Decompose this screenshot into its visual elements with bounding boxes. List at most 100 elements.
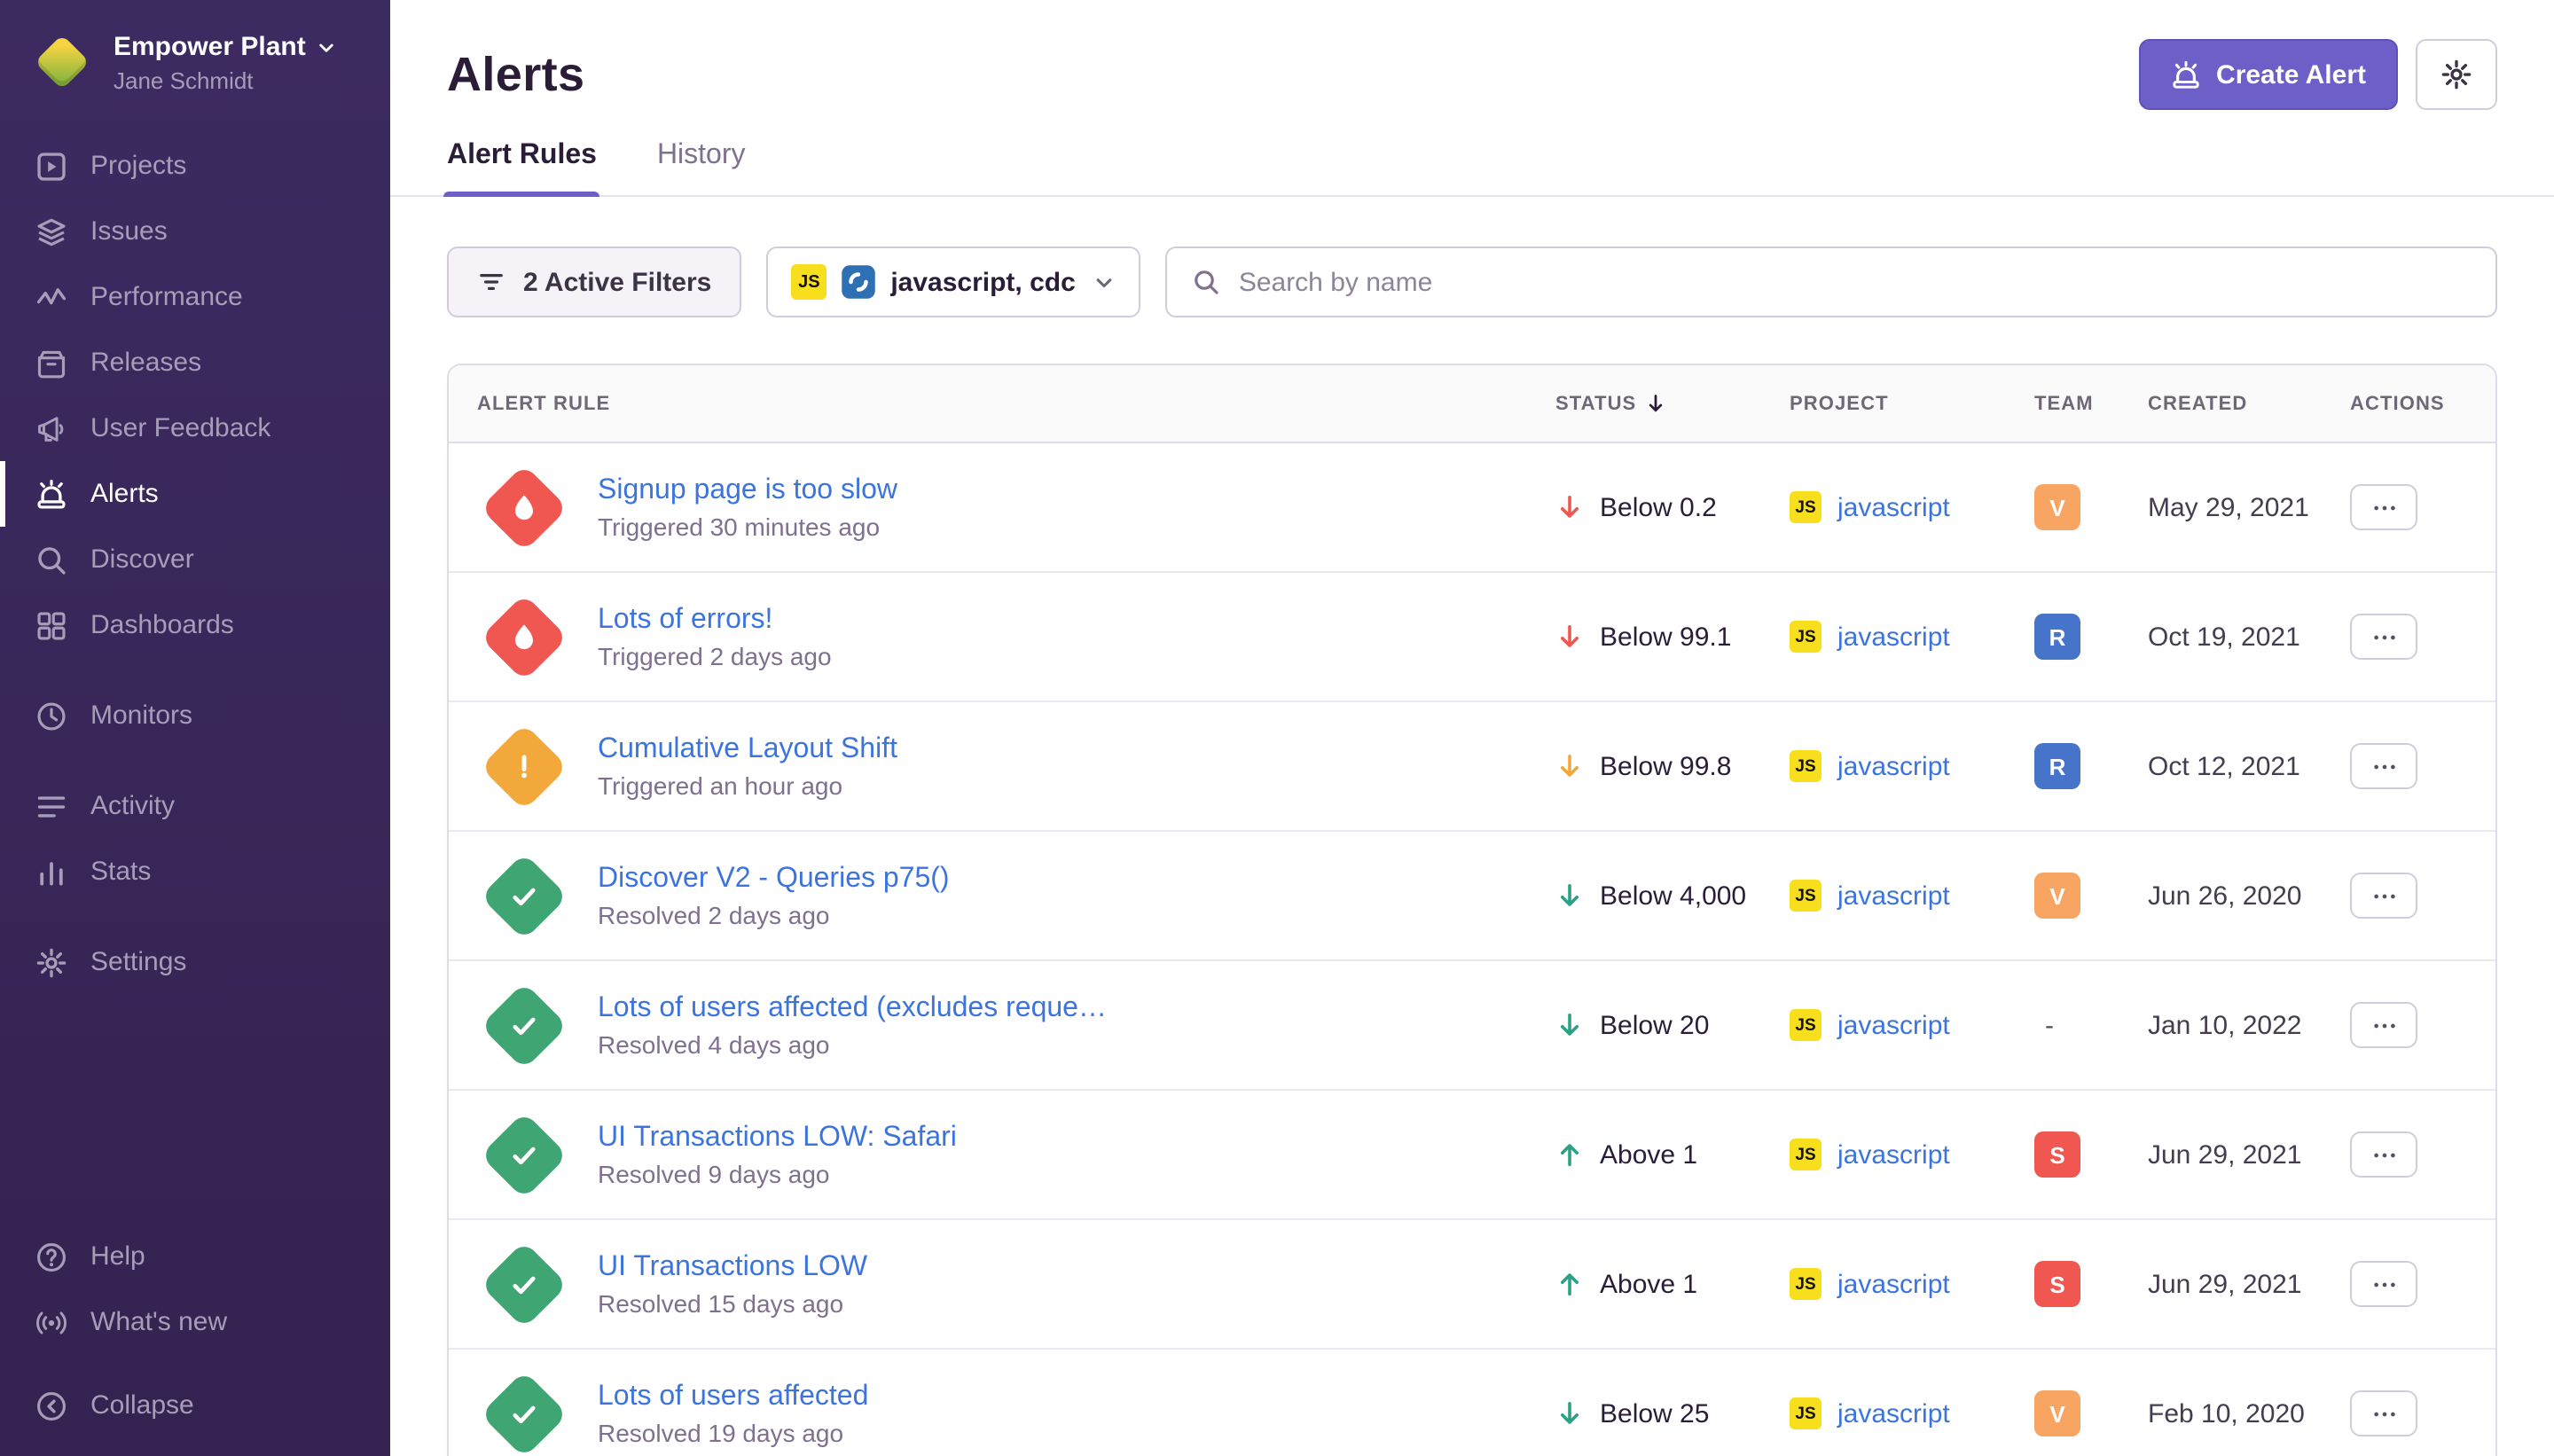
- team-avatar: S: [2034, 1261, 2080, 1307]
- alert-rule-text: Lots of users affected (excludes reque… …: [598, 992, 1107, 1058]
- sidebar-item-performance[interactable]: Performance: [0, 264, 390, 330]
- org-name: Empower Plant: [114, 32, 306, 62]
- status-threshold: Above 1: [1600, 1139, 1697, 1170]
- project-link[interactable]: javascript: [1837, 751, 1950, 781]
- sidebar-item-releases[interactable]: Releases: [0, 330, 390, 395]
- alert-rule-name-link[interactable]: UI Transactions LOW: Safari: [598, 1122, 957, 1154]
- sidebar-item-alerts[interactable]: Alerts: [0, 461, 390, 527]
- sidebar-item-projects[interactable]: Projects: [0, 133, 390, 199]
- project-link[interactable]: javascript: [1837, 881, 1950, 911]
- alert-severity-icon: [477, 1108, 569, 1201]
- sidebar-item-label: Releases: [90, 348, 201, 378]
- alert-settings-button[interactable]: [2416, 39, 2497, 110]
- status-threshold: Below 4,000: [1600, 881, 1746, 911]
- project-link[interactable]: javascript: [1837, 1010, 1950, 1040]
- row-actions-button[interactable]: [2350, 1261, 2417, 1307]
- sidebar-item-collapse[interactable]: Collapse: [0, 1373, 390, 1438]
- gear-icon: [2440, 59, 2472, 90]
- javascript-platform-icon: JS: [1790, 750, 1821, 782]
- row-actions-button[interactable]: [2350, 484, 2417, 530]
- alert-rule-name-link[interactable]: Signup page is too slow: [598, 474, 897, 506]
- status-threshold: Below 25: [1600, 1398, 1709, 1429]
- status-threshold: Below 20: [1600, 1010, 1709, 1040]
- sidebar-item-label: Projects: [90, 151, 186, 181]
- alert-rule-name-link[interactable]: Lots of errors!: [598, 604, 832, 636]
- releases-icon: [35, 347, 67, 379]
- project-link[interactable]: javascript: [1837, 1398, 1950, 1429]
- sidebar-item-stats[interactable]: Stats: [0, 839, 390, 904]
- sidebar-item-monitors[interactable]: Monitors: [0, 683, 390, 748]
- javascript-platform-icon: JS: [1790, 491, 1821, 523]
- project-link[interactable]: javascript: [1837, 1269, 1950, 1299]
- sidebar-item-activity[interactable]: Activity: [0, 773, 390, 839]
- row-actions-button[interactable]: [2350, 1131, 2417, 1178]
- search-icon: [1193, 268, 1221, 296]
- search-box: [1166, 247, 2497, 317]
- alert-rule-cell: Discover V2 - Queries p75() Resolved 2 d…: [477, 849, 1555, 942]
- sidebar-item-what-s-new[interactable]: What's new: [0, 1289, 390, 1355]
- javascript-platform-icon: JS: [1790, 1139, 1821, 1170]
- alert-rule-row: Lots of errors! Triggered 2 days ago Bel…: [449, 573, 2495, 702]
- created-date: Jun 29, 2021: [2148, 1269, 2350, 1299]
- sidebar-item-help[interactable]: Help: [0, 1224, 390, 1289]
- project-cell: JS javascript: [1790, 1139, 2034, 1170]
- row-actions-button[interactable]: [2350, 1390, 2417, 1436]
- sidebar-item-discover[interactable]: Discover: [0, 527, 390, 592]
- status-threshold: Below 0.2: [1600, 492, 1717, 522]
- alert-rule-name-link[interactable]: Discover V2 - Queries p75(): [598, 863, 950, 895]
- ellipsis-icon: [2370, 753, 2397, 779]
- alert-rule-name-link[interactable]: Cumulative Layout Shift: [598, 733, 897, 765]
- sidebar-item-label: Stats: [90, 857, 151, 887]
- search-input[interactable]: [1239, 267, 2471, 297]
- created-date: Feb 10, 2020: [2148, 1398, 2350, 1429]
- project-link[interactable]: javascript: [1837, 492, 1950, 522]
- project-link[interactable]: javascript: [1837, 1139, 1950, 1170]
- ellipsis-icon: [2370, 1012, 2397, 1038]
- activity-icon: [35, 790, 67, 822]
- sidebar-item-issues[interactable]: Issues: [0, 199, 390, 264]
- trend-arrow-icon: [1555, 1270, 1584, 1298]
- alert-rule-detail: Triggered an hour ago: [598, 771, 897, 799]
- siren-icon: [2170, 59, 2200, 90]
- project-cell: JS javascript: [1790, 1009, 2034, 1041]
- project-cell: JS javascript: [1790, 1268, 2034, 1300]
- alert-rule-name-link[interactable]: Lots of users affected (excludes reque…: [598, 992, 1107, 1024]
- project-link[interactable]: javascript: [1837, 622, 1950, 652]
- sidebar-item-settings[interactable]: Settings: [0, 929, 390, 995]
- main-content: Alerts Create Alert Alert Rules History …: [390, 0, 2554, 1456]
- sidebar-item-label: Alerts: [90, 479, 159, 509]
- tab-bar: Alert Rules History: [390, 140, 2554, 197]
- create-alert-button[interactable]: Create Alert: [2138, 39, 2398, 110]
- tab-alert-rules[interactable]: Alert Rules: [447, 140, 597, 195]
- sidebar-item-user-feedback[interactable]: User Feedback: [0, 395, 390, 461]
- row-actions-button[interactable]: [2350, 743, 2417, 789]
- row-actions-button[interactable]: [2350, 614, 2417, 660]
- active-filters-button[interactable]: 2 Active Filters: [447, 247, 741, 317]
- team-cell: R: [2034, 743, 2148, 789]
- column-header-status[interactable]: Status: [1555, 392, 1790, 415]
- alert-rule-cell: Lots of users affected (excludes reque… …: [477, 979, 1555, 1071]
- sidebar-item-label: Help: [90, 1241, 145, 1272]
- alert-rule-name-link[interactable]: UI Transactions LOW: [598, 1251, 867, 1283]
- alert-rule-text: UI Transactions LOW: Safari Resolved 9 d…: [598, 1122, 957, 1187]
- tab-history[interactable]: History: [657, 140, 746, 195]
- sidebar-item-label: Dashboards: [90, 610, 234, 640]
- actions-cell: [2350, 1390, 2467, 1436]
- performance-icon: [35, 281, 67, 313]
- settings-icon: [35, 946, 67, 978]
- user-feedback-icon: [35, 412, 67, 444]
- row-actions-button[interactable]: [2350, 873, 2417, 919]
- sidebar-item-dashboards[interactable]: Dashboards: [0, 592, 390, 658]
- alert-rule-name-link[interactable]: Lots of users affected: [598, 1381, 868, 1413]
- alert-rule-row: UI Transactions LOW: Safari Resolved 9 d…: [449, 1091, 2495, 1220]
- alert-rule-text: Lots of users affected Resolved 19 days …: [598, 1381, 868, 1446]
- column-header-alert-rule: Alert Rule: [477, 393, 1555, 414]
- org-switcher[interactable]: Empower Plant Jane Schmidt: [0, 0, 390, 112]
- trend-arrow-icon: [1555, 493, 1584, 521]
- alert-rule-text: Lots of errors! Triggered 2 days ago: [598, 604, 832, 669]
- row-actions-button[interactable]: [2350, 1002, 2417, 1048]
- stats-icon: [35, 856, 67, 888]
- project-filter-dropdown[interactable]: JS javascript, cdc: [766, 247, 1140, 317]
- alert-severity-icon: [477, 591, 569, 683]
- column-header-actions: Actions: [2350, 393, 2467, 414]
